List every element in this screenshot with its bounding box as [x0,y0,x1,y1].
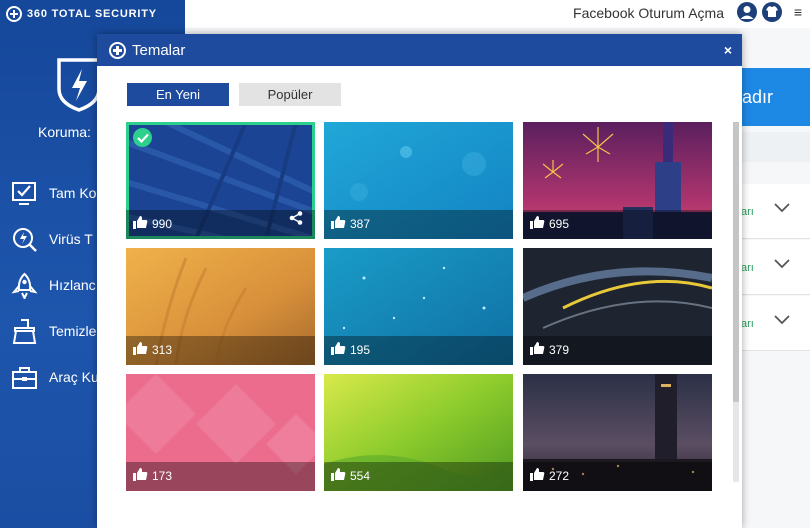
chevron-down-icon[interactable] [774,256,790,272]
background-row-label: arı [741,318,754,330]
dialog-title: Temalar [132,41,186,59]
selected-check-icon [133,128,152,147]
plus-circle-icon [109,41,126,59]
thumbs-up-icon [530,341,545,358]
scan-button-label: adır [742,86,774,107]
theme-card[interactable]: 173 [126,374,315,491]
theme-card[interactable]: 272 [523,374,712,491]
protection-status-label: Koruma: [38,124,91,140]
tab-popular[interactable]: Popüler [239,83,341,106]
shield-icon [57,58,101,112]
close-button[interactable]: × [724,42,732,58]
background-row[interactable]: arı [741,240,810,295]
thumbs-up-icon [530,215,545,232]
background-row[interactable]: arı [741,296,810,351]
facebook-login-link[interactable]: Facebook Oturum Açma [573,5,724,21]
logo-text: 360 TOTAL SECURITY [27,8,157,20]
like-count-value: 695 [549,216,570,231]
thumbs-up-icon [530,467,545,484]
theme-card[interactable]: 313 [126,248,315,365]
theme-card[interactable]: 387 [324,122,513,239]
tab-newest[interactable]: En Yeni [127,83,229,106]
like-count-value: 173 [152,468,173,483]
theme-card[interactable]: 379 [523,248,712,365]
rocket-icon [10,271,39,300]
dialog-header: Temalar × [97,34,742,66]
theme-card[interactable]: 195 [324,248,513,365]
like-count[interactable]: 195 [331,341,370,358]
like-count-value: 379 [549,342,570,357]
themes-dialog: Temalar × En Yeni Popüler 990 387 695 31… [97,34,742,528]
like-count[interactable]: 990 [133,215,172,232]
like-count[interactable]: 379 [530,341,569,358]
skin-shirt-icon[interactable] [762,2,782,22]
like-count[interactable]: 272 [530,467,569,484]
sidebar-item-label: Virüs T [49,231,93,247]
background-row-label: arı [741,262,754,274]
like-count-value: 313 [152,342,173,357]
chevron-down-icon[interactable] [774,200,790,216]
toolbox-icon [10,363,39,392]
thumbs-up-icon [133,215,148,232]
like-count-value: 387 [350,216,371,231]
like-count-value: 195 [350,342,371,357]
theme-tabs: En Yeni Popüler [127,83,341,106]
app-logo: 360 TOTAL SECURITY [6,4,157,24]
sidebar-item-label: Temizle [49,323,97,339]
theme-card[interactable]: 554 [324,374,513,491]
like-count[interactable]: 554 [331,467,370,484]
virus-scan-icon [10,225,39,254]
theme-card[interactable]: 695 [523,122,712,239]
monitor-check-icon [10,179,39,208]
background-row-label: arı [741,206,754,218]
broom-icon [10,317,39,346]
top-bar: Facebook Oturum Açma ≡ [185,0,810,28]
like-count[interactable]: 387 [331,215,370,232]
like-count-value: 990 [152,216,173,231]
thumbs-up-icon [133,467,148,484]
logo-plus-icon [6,6,22,22]
like-count[interactable]: 313 [133,341,172,358]
scan-button[interactable]: adır [740,68,810,126]
thumbs-up-icon [331,341,346,358]
theme-card[interactable]: 990 [126,122,315,239]
like-count-value: 554 [350,468,371,483]
background-row[interactable]: arı [741,184,810,239]
share-icon[interactable] [289,211,303,230]
like-count[interactable]: 173 [133,467,172,484]
thumbs-up-icon [331,215,346,232]
user-avatar-icon[interactable] [737,2,757,22]
chevron-down-icon[interactable] [774,312,790,328]
like-count-value: 272 [549,468,570,483]
thumbs-up-icon [133,341,148,358]
sidebar-item-label: Hızlanc [49,277,96,293]
background-strip [741,132,810,162]
sidebar-item-label: Tam Ko [49,185,97,201]
sidebar-item-label: Araç Ku [49,369,99,385]
theme-scrollbar[interactable] [733,122,739,482]
menu-icon[interactable]: ≡ [794,4,802,20]
thumbs-up-icon [331,467,346,484]
scrollbar-thumb[interactable] [733,122,739,402]
like-count[interactable]: 695 [530,215,569,232]
